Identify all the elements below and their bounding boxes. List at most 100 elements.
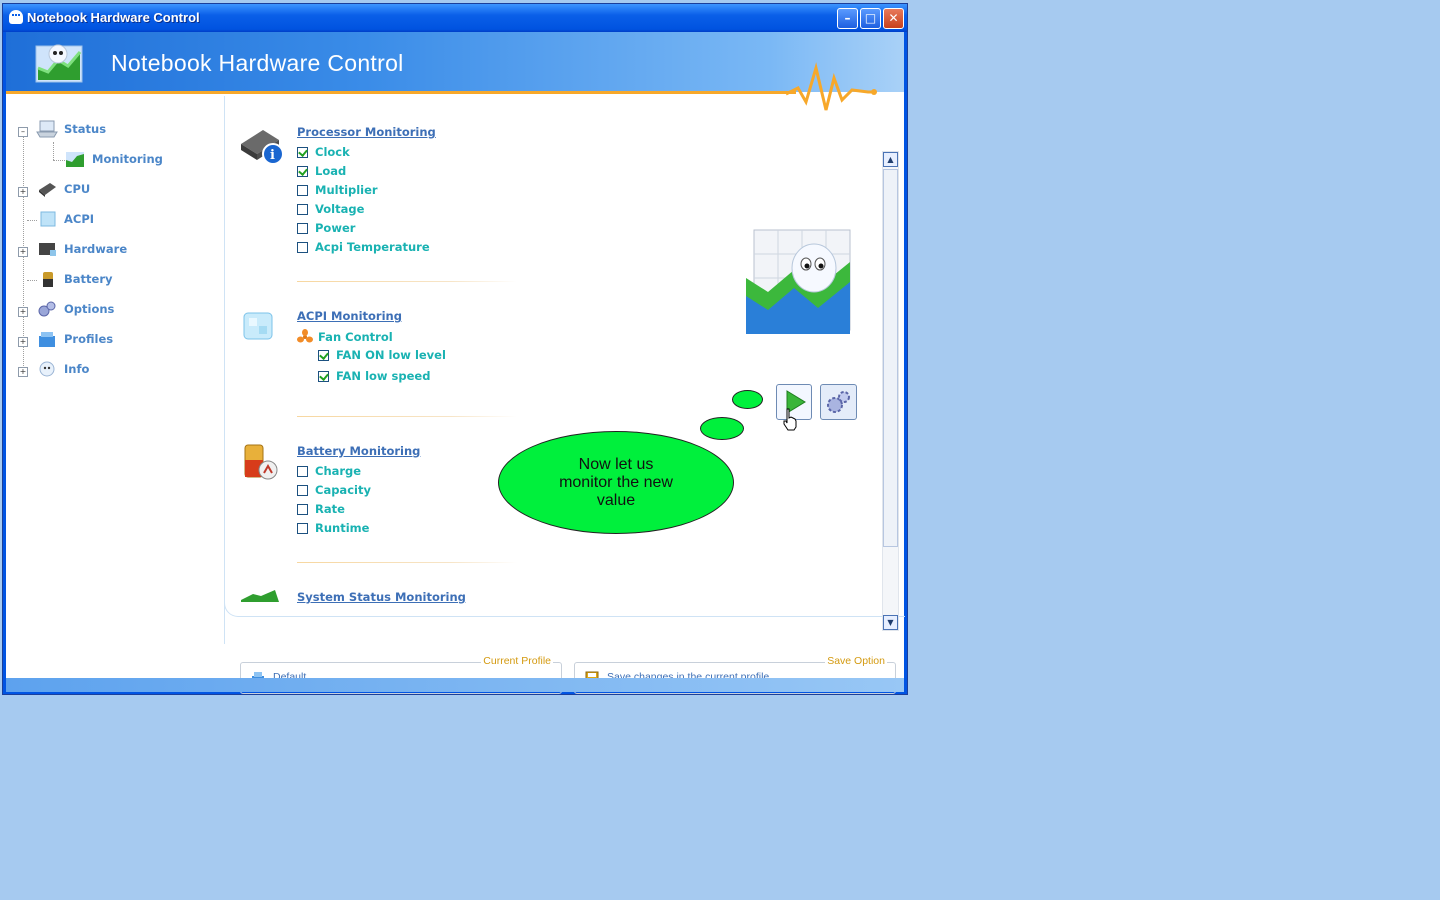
banner-underline (6, 91, 796, 94)
power-checkbox-row[interactable]: Power (297, 221, 355, 235)
minimize-button[interactable]: – (837, 8, 858, 29)
cpu-chip-icon (39, 183, 56, 197)
scroll-thumb[interactable] (883, 169, 898, 547)
checkbox-label: Capacity (315, 483, 371, 497)
acpi-cube-icon (40, 211, 56, 227)
scroll-down-button[interactable]: ▼ (883, 615, 898, 630)
checkbox-label: Clock (315, 145, 350, 159)
battery-monitoring-title[interactable]: Battery Monitoring (297, 444, 420, 458)
load-checkbox-row[interactable]: Load (297, 164, 346, 178)
title-bar[interactable]: Notebook Hardware Control – □ ✕ (3, 4, 907, 32)
processor-chip-icon: i (241, 130, 284, 165)
tree-expand-profiles[interactable]: + (18, 337, 28, 347)
charge-checkbox[interactable] (297, 465, 308, 477)
rate-checkbox[interactable] (297, 503, 308, 515)
status-bar (6, 678, 904, 692)
tree-item-hardware[interactable]: Hardware (36, 240, 127, 258)
bubble-text-line: value (596, 491, 636, 509)
tree-item-battery[interactable]: Battery (36, 270, 113, 288)
info-ghost-icon (39, 361, 55, 377)
close-button[interactable]: ✕ (883, 8, 904, 29)
hardware-board-icon (39, 243, 56, 256)
checkbox-label: Rate (315, 502, 345, 516)
acpi-ice-cube-icon (243, 312, 273, 340)
navigation-tree: – Status Monitoring + CPU ACPI + Hardwar (6, 96, 225, 644)
checkbox-label: Voltage (315, 202, 365, 216)
current-profile-label: Current Profile (481, 655, 553, 667)
tree-item-label: Monitoring (92, 152, 163, 166)
tree-item-label: Profiles (64, 332, 114, 346)
svg-text:i: i (270, 148, 275, 163)
header-banner: Notebook Hardware Control (6, 32, 904, 111)
app-logo-icon (35, 44, 83, 83)
section-divider (297, 416, 517, 417)
profiles-icon (39, 332, 55, 347)
tree-item-info[interactable]: Info (36, 360, 89, 378)
rate-checkbox-row[interactable]: Rate (297, 502, 345, 516)
fan-control-row: Fan Control (297, 329, 393, 345)
vertical-scrollbar[interactable]: ▲ ▼ (882, 151, 899, 631)
tree-expand-info[interactable]: + (18, 367, 28, 377)
charge-checkbox-row[interactable]: Charge (297, 464, 361, 478)
tree-expand-cpu[interactable]: + (18, 187, 28, 197)
gears-icon (38, 301, 56, 317)
tree-item-profiles[interactable]: Profiles (36, 330, 113, 348)
runtime-checkbox-row[interactable]: Runtime (297, 521, 369, 535)
scroll-up-button[interactable]: ▲ (883, 152, 898, 167)
bubble-text-line: monitor the new (559, 473, 673, 491)
fan-low-speed-row[interactable]: FAN low speed (318, 369, 430, 383)
maximize-button[interactable]: □ (860, 8, 881, 29)
clock-checkbox[interactable] (297, 146, 308, 158)
checkbox-label: Multiplier (315, 183, 378, 197)
tree-item-label: Battery (64, 272, 113, 286)
acpi-temperature-checkbox-row[interactable]: Acpi Temperature (297, 240, 430, 254)
app-window: Notebook Hardware Control – □ ✕ Notebook… (2, 3, 908, 695)
tree-item-options[interactable]: Options (36, 300, 114, 318)
tree-item-label: ACPI (64, 212, 95, 226)
fan-on-low-level-row[interactable]: FAN ON low level (318, 348, 446, 362)
section-divider (297, 281, 517, 282)
tree-collapse-status[interactable]: – (18, 127, 28, 137)
system-status-icon (239, 588, 283, 602)
banner-title: Notebook Hardware Control (111, 50, 404, 76)
voltage-checkbox[interactable] (297, 203, 308, 215)
fan-on-low-level-checkbox[interactable] (318, 349, 329, 361)
save-option-label: Save Option (825, 655, 887, 667)
runtime-checkbox[interactable] (297, 522, 308, 534)
tree-item-label: CPU (64, 182, 91, 196)
acpi-temperature-checkbox[interactable] (297, 241, 308, 253)
tree-item-acpi[interactable]: ACPI (36, 210, 94, 228)
tree-expand-options[interactable]: + (18, 307, 28, 317)
monitoring-settings-button[interactable] (820, 384, 857, 420)
checkbox-label: Power (315, 221, 356, 235)
multiplier-checkbox-row[interactable]: Multiplier (297, 183, 378, 197)
laptop-icon (36, 120, 58, 138)
gears-icon (827, 391, 850, 413)
tree-item-label: Hardware (64, 242, 128, 256)
app-ghost-icon (9, 10, 23, 24)
bubble-text-line: Now let us (578, 455, 654, 473)
power-checkbox[interactable] (297, 222, 308, 234)
acpi-monitoring-title[interactable]: ACPI Monitoring (297, 309, 402, 323)
tree-item-label: Options (64, 302, 115, 316)
tree-item-monitoring[interactable]: Monitoring (64, 150, 163, 168)
monitoring-chart-icon (66, 152, 84, 167)
tree-item-cpu[interactable]: CPU (36, 180, 90, 198)
battery-monitor-icon (244, 444, 278, 480)
multiplier-checkbox[interactable] (297, 184, 308, 196)
monitoring-mascot-icon (746, 229, 851, 334)
checkbox-label: FAN ON low level (336, 348, 446, 362)
section-divider (297, 562, 517, 563)
fan-low-speed-checkbox[interactable] (318, 370, 329, 382)
capacity-checkbox-row[interactable]: Capacity (297, 483, 371, 497)
window-title: Notebook Hardware Control (27, 10, 200, 25)
clock-checkbox-row[interactable]: Clock (297, 145, 350, 159)
tree-item-status[interactable]: Status (36, 120, 106, 138)
voltage-checkbox-row[interactable]: Voltage (297, 202, 364, 216)
capacity-checkbox[interactable] (297, 484, 308, 496)
processor-monitoring-title[interactable]: Processor Monitoring (297, 125, 436, 139)
load-checkbox[interactable] (297, 165, 308, 177)
tree-expand-hardware[interactable]: + (18, 247, 28, 257)
system-status-monitoring-title[interactable]: System Status Monitoring (297, 590, 466, 604)
fan-control-label: Fan Control (318, 330, 393, 344)
